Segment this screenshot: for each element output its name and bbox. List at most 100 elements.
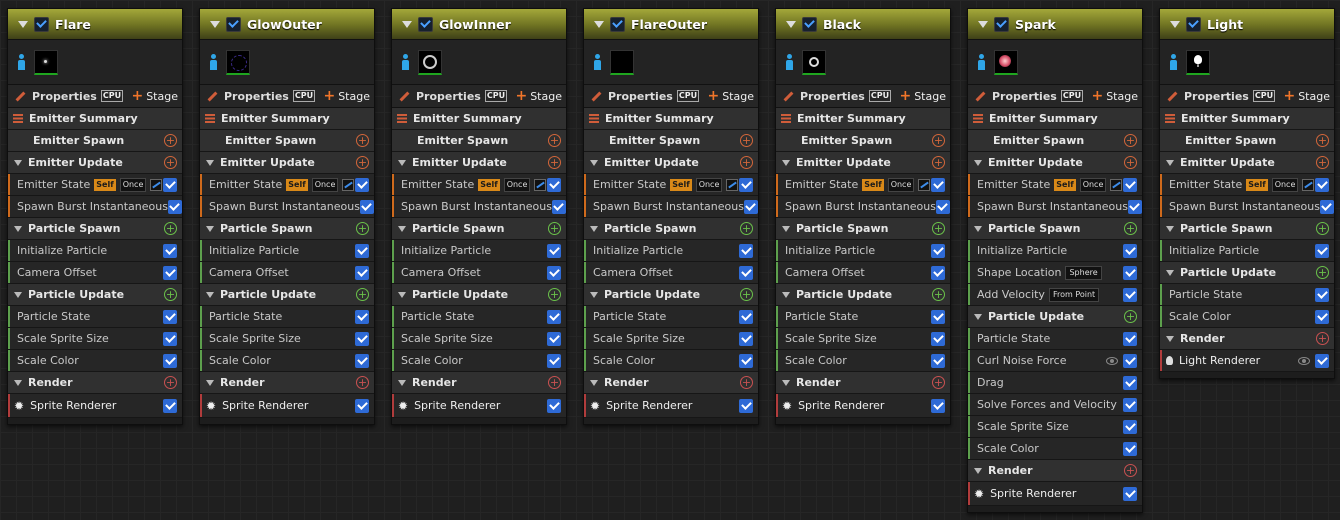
collapse-arrow-icon[interactable] bbox=[206, 379, 214, 386]
enabled-checkbox[interactable] bbox=[1123, 265, 1137, 280]
emitter-thumbnail[interactable] bbox=[994, 49, 1018, 75]
emitter-state[interactable]: Emitter State Self Once bbox=[200, 174, 374, 196]
initialize-particle[interactable]: Initialize Particle bbox=[392, 240, 566, 262]
emitter-title-bar[interactable]: FlareOuter bbox=[584, 9, 758, 40]
enabled-checkbox[interactable] bbox=[743, 199, 758, 214]
emitter-spawn-header[interactable]: Emitter Spawn + bbox=[968, 130, 1142, 152]
scale-sprite-size[interactable]: Scale Sprite Size bbox=[776, 328, 950, 350]
particle-spawn-header[interactable]: Particle Spawn + bbox=[968, 218, 1142, 240]
emitter-title-bar[interactable]: GlowInner bbox=[392, 9, 566, 40]
enabled-checkbox[interactable] bbox=[355, 309, 369, 324]
add-module-icon[interactable]: + bbox=[740, 288, 753, 301]
particle-spawn-header[interactable]: Particle Spawn + bbox=[200, 218, 374, 240]
camera-offset[interactable]: Camera Offset bbox=[776, 262, 950, 284]
enabled-checkbox[interactable] bbox=[547, 353, 561, 368]
enabled-checkbox[interactable] bbox=[355, 398, 369, 413]
add-module-icon[interactable]: + bbox=[932, 288, 945, 301]
emitter-node-glowinner[interactable]: GlowInner Properties CPU + Stage Emitter Summ… bbox=[391, 8, 567, 425]
enabled-checkbox[interactable] bbox=[739, 353, 753, 368]
collapse-arrow-icon[interactable] bbox=[1170, 20, 1180, 28]
enabled-checkbox[interactable] bbox=[547, 331, 561, 346]
enabled-checkbox[interactable] bbox=[1123, 397, 1137, 412]
particle-update-header[interactable]: Particle Update + bbox=[584, 284, 758, 306]
collapse-arrow-icon[interactable] bbox=[398, 291, 406, 298]
add-module-icon[interactable]: + bbox=[1124, 156, 1137, 169]
emitter-summary[interactable]: Emitter Summary bbox=[776, 108, 950, 130]
camera-offset[interactable]: Camera Offset bbox=[392, 262, 566, 284]
enabled-checkbox[interactable] bbox=[739, 309, 753, 324]
emitter-state[interactable]: Emitter State Self Once bbox=[776, 174, 950, 196]
properties-row[interactable]: Properties CPU + Stage bbox=[392, 85, 566, 108]
enabled-checkbox[interactable] bbox=[163, 398, 177, 413]
particle-update-header[interactable]: Particle Update + bbox=[968, 306, 1142, 328]
camera-offset[interactable]: Camera Offset bbox=[8, 262, 182, 284]
add-module-icon[interactable]: + bbox=[932, 376, 945, 389]
enabled-checkbox[interactable] bbox=[355, 243, 369, 258]
enabled-checkbox[interactable] bbox=[931, 331, 945, 346]
add-module-icon[interactable]: + bbox=[740, 134, 753, 147]
particle-state[interactable]: Particle State bbox=[1160, 284, 1334, 306]
emitter-spawn-header[interactable]: Emitter Spawn + bbox=[776, 130, 950, 152]
scale-sprite-size[interactable]: Scale Sprite Size bbox=[968, 416, 1142, 438]
enabled-checkbox[interactable] bbox=[1319, 199, 1334, 214]
emitter-update-header[interactable]: Emitter Update + bbox=[8, 152, 182, 174]
particle-state[interactable]: Particle State bbox=[392, 306, 566, 328]
enabled-checkbox[interactable] bbox=[547, 265, 561, 280]
scale-color[interactable]: Scale Color bbox=[1160, 306, 1334, 328]
enabled-checkbox[interactable] bbox=[163, 309, 177, 324]
emitter-spawn-header[interactable]: Emitter Spawn + bbox=[392, 130, 566, 152]
collapse-arrow-icon[interactable] bbox=[398, 379, 406, 386]
enabled-checkbox[interactable] bbox=[167, 199, 182, 214]
enabled-checkbox[interactable] bbox=[739, 243, 753, 258]
enabled-checkbox[interactable] bbox=[163, 243, 177, 258]
emitter-summary[interactable]: Emitter Summary bbox=[200, 108, 374, 130]
collapse-arrow-icon[interactable] bbox=[782, 291, 790, 298]
add-module-icon[interactable]: + bbox=[548, 222, 561, 235]
drag[interactable]: Drag bbox=[968, 372, 1142, 394]
emitter-state[interactable]: Emitter State Self Once bbox=[584, 174, 758, 196]
particle-update-header[interactable]: Particle Update + bbox=[8, 284, 182, 306]
add-module-icon[interactable]: + bbox=[356, 222, 369, 235]
emitter-spawn-header[interactable]: Emitter Spawn + bbox=[1160, 130, 1334, 152]
render-header[interactable]: Render + bbox=[776, 372, 950, 394]
collapse-arrow-icon[interactable] bbox=[1166, 225, 1174, 232]
emitter-update-header[interactable]: Emitter Update + bbox=[200, 152, 374, 174]
scale-color[interactable]: Scale Color bbox=[968, 438, 1142, 460]
shape-location[interactable]: Shape Location Sphere bbox=[968, 262, 1142, 284]
collapse-arrow-icon[interactable] bbox=[206, 159, 214, 166]
properties-row[interactable]: Properties CPU + Stage bbox=[584, 85, 758, 108]
particle-state[interactable]: Particle State bbox=[968, 328, 1142, 350]
initialize-particle[interactable]: Initialize Particle bbox=[8, 240, 182, 262]
add-module-icon[interactable]: + bbox=[1316, 156, 1329, 169]
emitter-update-header[interactable]: Emitter Update + bbox=[1160, 152, 1334, 174]
emitter-state[interactable]: Emitter State Self Once bbox=[8, 174, 182, 196]
collapse-arrow-icon[interactable] bbox=[398, 225, 406, 232]
add-module-icon[interactable]: + bbox=[356, 288, 369, 301]
particle-spawn-header[interactable]: Particle Spawn + bbox=[776, 218, 950, 240]
enabled-checkbox[interactable] bbox=[551, 199, 566, 214]
emitter-summary[interactable]: Emitter Summary bbox=[8, 108, 182, 130]
visibility-eye-icon[interactable] bbox=[1298, 356, 1310, 365]
emitter-state[interactable]: Emitter State Self Once bbox=[968, 174, 1142, 196]
emitter-thumbnail[interactable] bbox=[802, 49, 826, 75]
collapse-arrow-icon[interactable] bbox=[206, 225, 214, 232]
particle-update-header[interactable]: Particle Update + bbox=[776, 284, 950, 306]
collapse-arrow-icon[interactable] bbox=[1166, 335, 1174, 342]
add-stage-button[interactable]: + Stage bbox=[707, 89, 754, 103]
emitter-state[interactable]: Emitter State Self Once bbox=[1160, 174, 1334, 196]
emitter-thumbnail[interactable] bbox=[1186, 49, 1210, 75]
enabled-checkbox[interactable] bbox=[1315, 287, 1329, 302]
collapse-arrow-icon[interactable] bbox=[398, 159, 406, 166]
emitter-title-bar[interactable]: Black bbox=[776, 9, 950, 40]
enabled-checkbox[interactable] bbox=[1123, 353, 1137, 368]
emitter-spawn-header[interactable]: Emitter Spawn + bbox=[8, 130, 182, 152]
emitter-node-spark[interactable]: Spark Properties CPU + Stage Emitter Summary E… bbox=[967, 8, 1143, 513]
properties-row[interactable]: Properties CPU + Stage bbox=[8, 85, 182, 108]
initialize-particle[interactable]: Initialize Particle bbox=[1160, 240, 1334, 262]
spawn-burst-instantaneous[interactable]: Spawn Burst Instantaneous bbox=[776, 196, 950, 218]
enabled-checkbox[interactable] bbox=[1315, 243, 1329, 258]
spawn-burst-instantaneous[interactable]: Spawn Burst Instantaneous bbox=[968, 196, 1142, 218]
add-module-icon[interactable]: + bbox=[548, 288, 561, 301]
emitter-enabled-checkbox[interactable] bbox=[610, 16, 625, 32]
emitter-node-black[interactable]: Black Properties CPU + Stage Emitter Summary E… bbox=[775, 8, 951, 425]
